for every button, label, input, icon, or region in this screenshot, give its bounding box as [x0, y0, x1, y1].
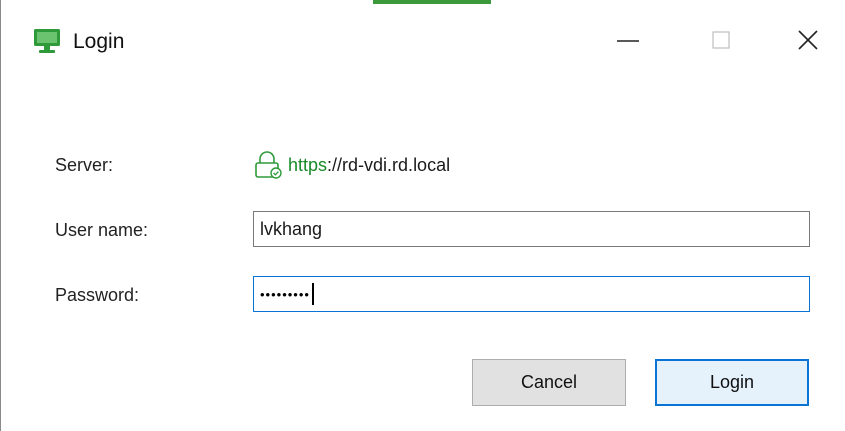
- minimize-icon: [617, 40, 639, 42]
- server-url: https://rd-vdi.rd.local: [253, 151, 450, 179]
- app-monitor-icon: [34, 29, 60, 53]
- server-scheme: https: [288, 154, 328, 175]
- login-button[interactable]: Login: [655, 359, 809, 406]
- close-icon: [798, 30, 818, 50]
- username-label: User name:: [55, 220, 149, 240]
- title-bar[interactable]: Login: [1, 0, 845, 82]
- maximize-button[interactable]: [693, 18, 749, 62]
- lock-icon: [255, 151, 282, 179]
- window-title: Login: [73, 30, 125, 53]
- login-window: Login Server: https://rd-vdi.rd.local U…: [0, 0, 845, 431]
- text-caret: [311, 283, 314, 305]
- password-label: Password:: [55, 285, 140, 305]
- server-label: Server:: [55, 155, 114, 175]
- password-input[interactable]: •••••••••: [253, 276, 810, 312]
- username-input[interactable]: lvkhang: [253, 211, 810, 247]
- maximize-icon: [712, 31, 730, 49]
- password-value: •••••••••: [260, 286, 310, 302]
- server-host: rd-vdi.rd.local: [342, 154, 451, 175]
- minimize-button[interactable]: [600, 18, 656, 62]
- close-button[interactable]: [780, 18, 836, 62]
- server-separator: ://: [327, 154, 343, 175]
- username-value: lvkhang: [260, 218, 323, 239]
- cancel-button[interactable]: Cancel: [472, 359, 626, 406]
